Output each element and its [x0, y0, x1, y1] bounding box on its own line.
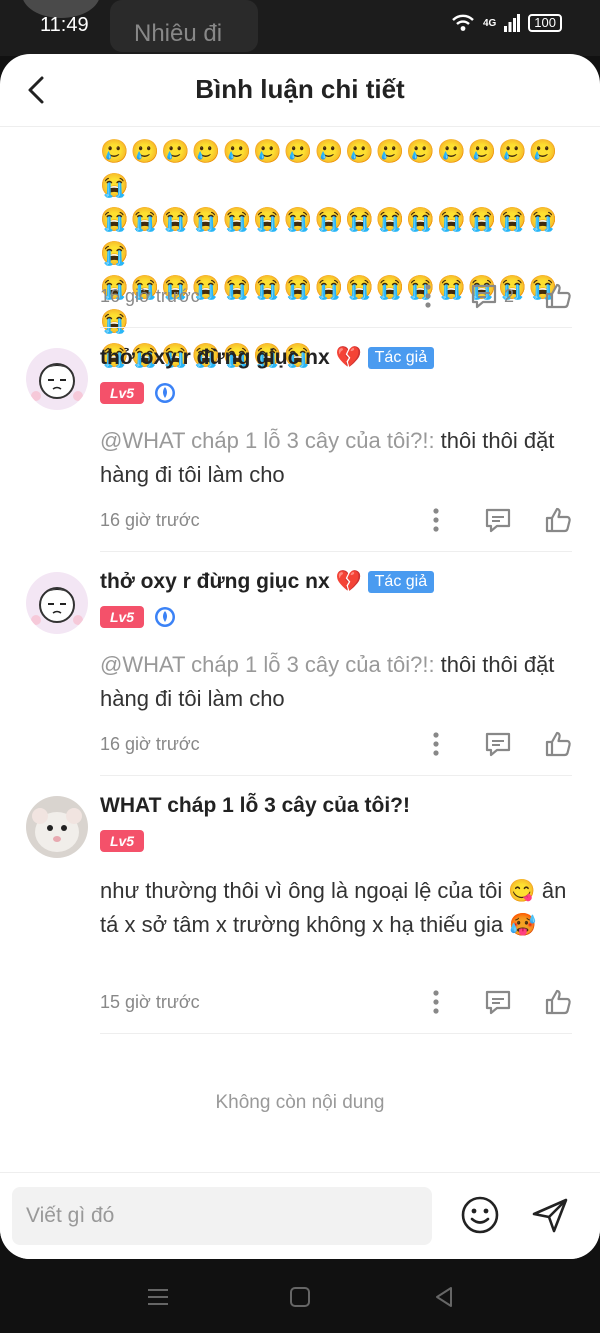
more-vertical-icon[interactable] — [424, 730, 448, 758]
avatar[interactable] — [26, 796, 88, 858]
comment-icon — [471, 284, 497, 309]
username-text: thở oxy r đừng giục nx 💔 — [100, 346, 362, 369]
reply-count: 2 — [503, 285, 514, 306]
level-badge: Lv5 — [100, 830, 144, 852]
comment-text: @WHAT cháp 1 lỗ 3 cây của tôi?!: thôi th… — [100, 424, 570, 492]
comment-actions: 2 — [416, 282, 572, 310]
comment-time: 16 giờ trước — [100, 510, 200, 530]
thumbs-up-icon[interactable] — [544, 988, 572, 1016]
drop-badge-icon — [155, 607, 175, 627]
status-time: 11:49 — [40, 14, 89, 36]
emoji-row: 🥲🥲🥲🥲🥲🥲🥲🥲🥲🥲🥲🥲🥲🥲🥲😭 — [100, 138, 560, 198]
comment-text: @WHAT cháp 1 lỗ 3 cây của tôi?!: thôi th… — [100, 648, 570, 716]
send-icon[interactable] — [530, 1195, 570, 1235]
username[interactable]: thở oxy r đừng giục nx 💔 Tác giả — [100, 346, 435, 370]
status-bar: Nhiêu đi 11:49 4G 100 — [0, 0, 600, 56]
wifi-icon — [452, 14, 474, 31]
comment-icon[interactable] — [484, 506, 512, 534]
author-tag: Tác giả — [367, 571, 435, 593]
status-icons: 4G 100 — [451, 14, 562, 32]
comment-detail-sheet: Bình luận chi tiết 🥲🥲🥲🥲🥲🥲🥲🥲🥲🥲🥲🥲🥲🥲🥲😭 😭😭😭😭… — [0, 54, 600, 1259]
smiley-icon[interactable] — [460, 1195, 500, 1235]
menu-icon[interactable] — [146, 1285, 170, 1309]
thumbs-up-icon[interactable] — [544, 506, 572, 534]
mention[interactable]: @WHAT cháp 1 lỗ 3 cây của tôi?!: — [100, 652, 435, 677]
comment-input-bar — [0, 1172, 600, 1259]
comment-time: 16 giờ trước — [100, 286, 200, 306]
avatar-image — [26, 796, 88, 858]
header: Bình luận chi tiết — [0, 54, 600, 127]
more-vertical-icon[interactable] — [424, 988, 448, 1016]
comment-icon[interactable] — [484, 988, 512, 1016]
username-text: thở oxy r đừng giục nx 💔 — [100, 570, 362, 593]
comment-actions — [424, 988, 572, 1016]
emoji-row: 😭😭😭😭😭😭😭😭😭😭😭😭😭😭😭😭 — [100, 206, 560, 266]
comment-icon[interactable] — [484, 730, 512, 758]
signal-icon — [504, 14, 521, 32]
avatar[interactable] — [26, 348, 88, 410]
avatar-image — [26, 572, 88, 634]
home-icon[interactable] — [288, 1285, 312, 1309]
avatar-image — [26, 348, 88, 410]
comment-list: 🥲🥲🥲🥲🥲🥲🥲🥲🥲🥲🥲🥲🥲🥲🥲😭 😭😭😭😭😭😭😭😭😭😭😭😭😭😭😭😭 😭😭😭😭😭😭… — [0, 126, 600, 1172]
battery-indicator: 100 — [528, 14, 562, 32]
username[interactable]: WHAT cháp 1 lỗ 3 cây của tôi?! — [100, 794, 410, 818]
avatar[interactable] — [26, 572, 88, 634]
comment-actions — [424, 730, 572, 758]
level-badge: Lv5 — [100, 382, 144, 404]
comment-input[interactable] — [12, 1187, 432, 1245]
more-vertical-icon[interactable] — [424, 506, 448, 534]
end-of-list-message: Không còn nội dung — [215, 1092, 385, 1113]
background-hint: Nhiêu đi — [110, 0, 258, 52]
more-vertical-icon[interactable] — [416, 282, 440, 310]
comment-time: 16 giờ trước — [100, 734, 200, 754]
network-label: 4G — [482, 17, 497, 29]
drop-badge-icon — [155, 383, 175, 403]
level-badge: Lv5 — [100, 606, 144, 628]
comment-item: WHAT cháp 1 lỗ 3 cây của tôi?! Lv5 như t… — [0, 776, 600, 1036]
system-nav-bar — [0, 1259, 600, 1333]
thumbs-up-icon[interactable] — [544, 282, 572, 310]
back-triangle-icon[interactable] — [432, 1285, 456, 1309]
comment-item: thở oxy r đừng giục nx 💔 Tác giả Lv5 @WHA… — [0, 328, 600, 552]
author-tag: Tác giả — [367, 347, 435, 369]
comment-text: như thường thôi vì ông là ngoại lệ của t… — [100, 878, 567, 937]
thumbs-up-icon[interactable] — [544, 730, 572, 758]
comment-time: 15 giờ trước — [100, 992, 200, 1012]
comment-item: thở oxy r đừng giục nx 💔 Tác giả Lv5 @WHA… — [0, 552, 600, 776]
reply-button[interactable]: 2 — [470, 282, 514, 310]
divider — [100, 1033, 572, 1034]
comment-actions — [424, 506, 572, 534]
page-title: Bình luận chi tiết — [195, 74, 405, 104]
username[interactable]: thở oxy r đừng giục nx 💔 Tác giả — [100, 570, 435, 594]
mention[interactable]: @WHAT cháp 1 lỗ 3 cây của tôi?!: — [100, 428, 435, 453]
